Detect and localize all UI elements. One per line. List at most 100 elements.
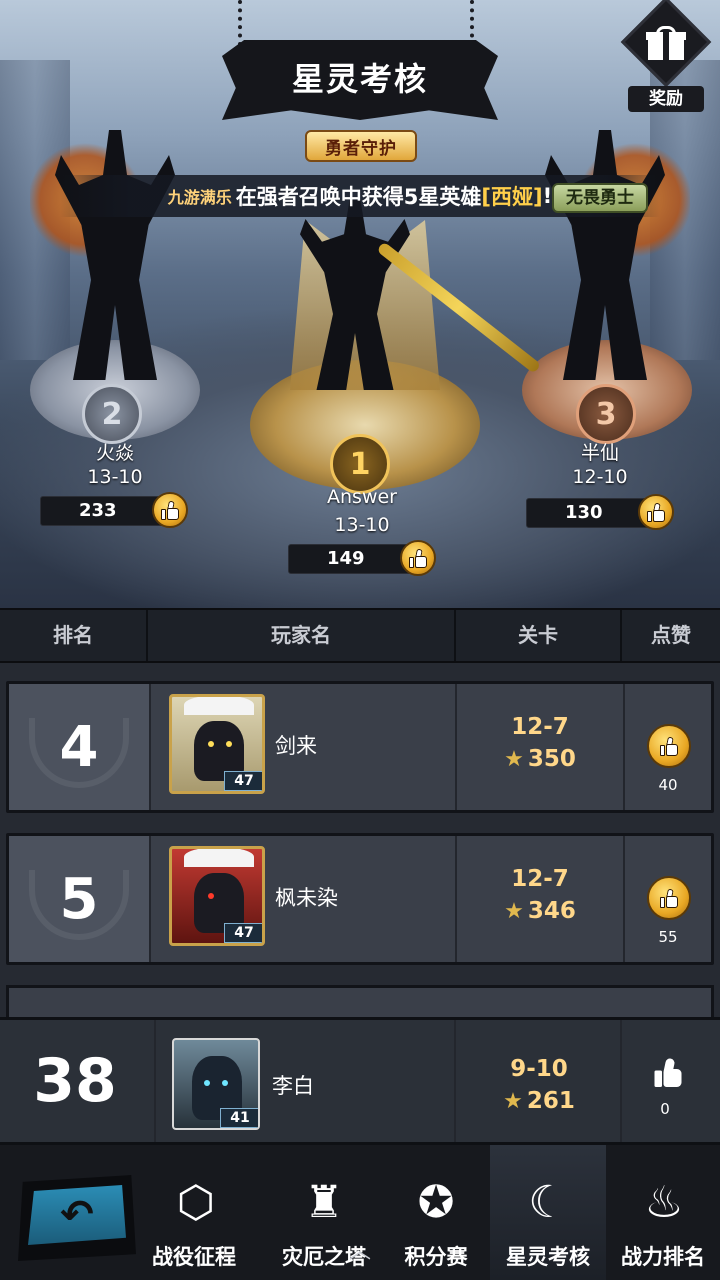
eye (204, 1080, 210, 1086)
nav-item-points[interactable]: ✪ 积分赛 (378, 1145, 494, 1280)
thumbs-up-icon (653, 1057, 683, 1087)
podium-stage-3: 12-10 (572, 466, 628, 488)
stage-value: 12-7 (511, 714, 569, 740)
crescent-star-icon: ☾ (528, 1176, 568, 1228)
stage-value: 12-7 (511, 866, 569, 892)
level-badge: 41 (220, 1108, 258, 1128)
score-value: 350 (527, 746, 576, 772)
nav-label: 积分赛 (404, 1245, 468, 1269)
hexagon-shield-icon: ⬡ (176, 1176, 216, 1228)
chevron-up-icon[interactable]: ︿ (340, 1233, 380, 1264)
player-name: 枫未染 (275, 886, 338, 910)
star-score: ★ 350 (457, 746, 623, 772)
like-count: 40 (658, 776, 678, 794)
podium-likes-3: 130 (526, 498, 654, 528)
broadcast-suffix: ! (542, 184, 553, 208)
my-rank-number: 38 (33, 1046, 117, 1116)
nav-item-power-rank[interactable]: ♨ 战力排名 (606, 1145, 720, 1280)
podium-likes-1: 149 (288, 544, 416, 574)
avatar[interactable]: 47 (169, 694, 265, 794)
eye (208, 741, 214, 747)
rank-cell: 5 (9, 836, 149, 962)
my-avatar[interactable]: 41 (172, 1038, 260, 1130)
divider (149, 684, 151, 810)
like-count: 55 (658, 928, 678, 946)
table-header: 排名 玩家名 关卡 点赞 (0, 608, 720, 663)
like-button-3[interactable] (638, 494, 674, 530)
rank-number: 5 (59, 866, 99, 932)
rank-emblem-2: 2 (82, 384, 142, 444)
podium-like-count-1: 149 (327, 548, 365, 569)
tower-icon: ♜ (304, 1176, 344, 1228)
wing-icon (184, 849, 254, 867)
table-row[interactable]: 4 47 剑来 12-7 ★ 350 40 (6, 681, 714, 813)
star-icon: ★ (504, 899, 524, 924)
like-cell: 55 (625, 836, 711, 962)
podium-like-count-3: 130 (565, 502, 603, 523)
nav-label: 战力排名 (621, 1245, 705, 1269)
podium-name-1: Answer (327, 486, 397, 508)
podium-stage-2: 13-10 (87, 466, 143, 488)
thumbs-up-icon (160, 500, 180, 520)
guard-badge: 勇者守护 (305, 130, 417, 162)
reward-button[interactable]: 奖励 (620, 0, 712, 112)
nav-label: 星灵考核 (506, 1245, 590, 1269)
guard-badge-label: 勇者守护 (325, 138, 397, 159)
thumbs-up-icon (659, 888, 679, 908)
divider (154, 1020, 156, 1142)
level-badge: 47 (224, 923, 262, 943)
header-like: 点赞 (651, 623, 691, 647)
title-banner: 星灵考核 (222, 40, 498, 120)
header-stage: 关卡 (456, 610, 622, 661)
my-star-score: ★ 261 (456, 1088, 622, 1114)
table-row[interactable]: 5 47 枫未染 12-7 ★ 346 55 (6, 833, 714, 965)
broadcast-text: 在强者召唤中获得5星英雄 (235, 185, 482, 209)
divider (149, 836, 151, 962)
my-like-count: 0 (660, 1100, 670, 1118)
podium-name-3: 半仙 (580, 442, 619, 464)
thumbs-up-icon (408, 548, 428, 568)
broadcast-guild: 九游满乐 (167, 188, 232, 207)
podium-likes-2: 233 (40, 496, 168, 526)
like-cell: 0 (622, 1020, 708, 1142)
eye (222, 1080, 228, 1086)
my-rank-row: 38 41 李白 9-10 ★ 261 0 (0, 1017, 720, 1145)
wing-icon (184, 697, 254, 715)
table-row-partial[interactable] (6, 985, 714, 1017)
thumbs-up-icon (659, 736, 679, 756)
eye (208, 893, 214, 899)
nav-label: 战役征程 (152, 1245, 236, 1269)
fearless-badge: 无畏勇士 (552, 183, 648, 213)
player-name: 剑来 (275, 734, 317, 758)
eye (226, 741, 232, 747)
score-value: 261 (526, 1088, 575, 1114)
my-stage-value: 9-10 (510, 1056, 568, 1082)
stage-cell: 9-10 ★ 261 (456, 1020, 622, 1142)
ranking-list[interactable]: 4 47 剑来 12-7 ★ 350 40 5 47 枫未染 12-7 ★ 34… (0, 663, 720, 1017)
chain-decoration (238, 0, 246, 46)
stage-cell: 12-7 ★ 350 (457, 684, 623, 810)
rank-emblem-3: 3 (576, 384, 636, 444)
thumbs-up-icon (646, 502, 666, 522)
gift-icon (646, 26, 686, 60)
podium-stage-1: 13-10 (334, 514, 390, 536)
header-player: 玩家名 (148, 610, 456, 661)
nav-item-campaign[interactable]: ⬡ 战役征程 (138, 1145, 254, 1280)
back-arrow-icon: ↶ (28, 1185, 126, 1245)
like-button[interactable] (647, 724, 691, 768)
broadcast-hero: [西娅] (481, 185, 543, 209)
avatar[interactable]: 47 (169, 846, 265, 946)
like-cell: 40 (625, 684, 711, 810)
podium-name-2: 火焱 (95, 442, 134, 464)
rank-number: 4 (59, 714, 99, 780)
rank-cell: 4 (9, 684, 149, 810)
chain-decoration (470, 0, 478, 46)
stage-cell: 12-7 ★ 346 (457, 836, 623, 962)
nav-item-star-spirit[interactable]: ☾ 星灵考核 (490, 1145, 606, 1280)
like-button-1[interactable] (400, 540, 436, 576)
like-button[interactable] (647, 876, 691, 920)
my-player-name: 李白 (272, 1074, 314, 1098)
podium-like-count-2: 233 (79, 500, 117, 521)
like-button-2[interactable] (152, 492, 188, 528)
star-icon: ★ (503, 1089, 523, 1114)
